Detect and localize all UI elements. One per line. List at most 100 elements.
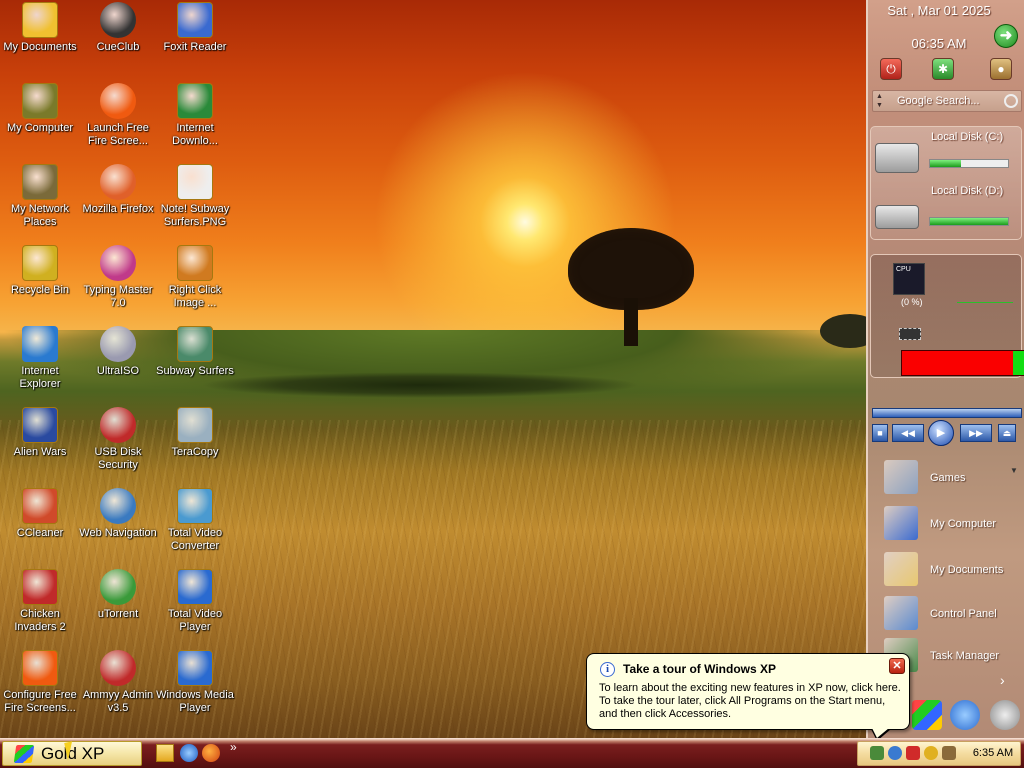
desktop-icon[interactable]: Launch Free Fire Scree... bbox=[78, 83, 158, 161]
sidebar-gadget-panel: Sat , Mar 01 2025 06:35 AM ➜ ⏻ ✱ ● Googl… bbox=[866, 0, 1024, 738]
security-alert-icon[interactable] bbox=[906, 746, 920, 760]
balloon-title: Take a tour of Windows XP bbox=[623, 662, 777, 676]
desktop-icon[interactable]: Web Navigation bbox=[78, 488, 158, 566]
desktop-icon-label: Recycle Bin bbox=[10, 284, 70, 296]
cpu-icon: CPU bbox=[893, 263, 925, 295]
desktop-icon[interactable]: Internet Downlo... bbox=[155, 83, 235, 161]
desktop-icon[interactable]: CCleaner bbox=[0, 488, 80, 566]
close-icon[interactable]: ✕ bbox=[889, 658, 905, 674]
safely-remove-icon[interactable] bbox=[870, 746, 884, 760]
lock-icon[interactable]: ● bbox=[990, 58, 1012, 80]
next-track-icon[interactable]: ▶▶ bbox=[960, 424, 992, 442]
desktop-icon[interactable]: TeraCopy bbox=[155, 407, 235, 485]
desktop-icon-label: Internet Downlo... bbox=[172, 122, 218, 147]
desktop-icon-label: Launch Free Fire Scree... bbox=[87, 122, 149, 147]
desktop-icon[interactable]: Total Video Player bbox=[155, 569, 235, 647]
security-shield-icon[interactable] bbox=[912, 700, 942, 730]
desktop-icon-label: My Network Places bbox=[10, 203, 70, 228]
sidebar-menu-label: My Computer bbox=[930, 518, 997, 530]
desktop-icon[interactable]: My Computer bbox=[0, 83, 80, 161]
desktop-icon-label: Chicken Invaders 2 bbox=[14, 608, 66, 633]
desktop-icon-label: Right Click Image ... bbox=[168, 284, 222, 309]
tour-notification-balloon[interactable]: i Take a tour of Windows XP ✕ To learn a… bbox=[586, 653, 910, 741]
desktop-icon[interactable]: Foxit Reader bbox=[155, 2, 235, 80]
folder-documents-icon bbox=[884, 552, 918, 586]
search-icon[interactable] bbox=[1004, 94, 1018, 108]
balloon-body[interactable]: To learn about the exciting new features… bbox=[599, 682, 905, 721]
windows-media-player-icon bbox=[177, 650, 213, 686]
media-seek-bar[interactable] bbox=[872, 408, 1022, 418]
desktop-icon[interactable]: Chicken Invaders 2 bbox=[0, 569, 80, 647]
web-navigation-icon bbox=[100, 488, 136, 524]
sidebar-menu-item[interactable]: My Documents bbox=[878, 552, 1020, 592]
desktop-icon[interactable]: Recycle Bin bbox=[0, 245, 80, 323]
taskbar: Gold XP » 6:35 AM bbox=[0, 738, 1024, 768]
sidebar-menu-label: Control Panel bbox=[930, 608, 997, 620]
desktop-icon[interactable]: Subway Surfers bbox=[155, 326, 235, 404]
tools-icon[interactable] bbox=[942, 746, 956, 760]
computer-icon bbox=[884, 506, 918, 540]
network-globe-icon[interactable] bbox=[950, 700, 980, 730]
desktop-icon[interactable]: Alien Wars bbox=[0, 407, 80, 485]
desktop-icon[interactable]: Windows Media Player bbox=[155, 650, 235, 728]
desktop-icon[interactable]: Typing Master 7.0 bbox=[78, 245, 158, 323]
go-arrow-icon[interactable]: ➜ bbox=[994, 24, 1018, 48]
desktop-icon[interactable]: Ammyy Admin v3.5 bbox=[78, 650, 158, 728]
sidebar-menu-item[interactable]: Games bbox=[878, 460, 1020, 500]
network-icon[interactable] bbox=[888, 746, 902, 760]
fire-config-icon bbox=[22, 650, 58, 686]
taskbar-clock[interactable]: 6:35 AM bbox=[966, 742, 1020, 765]
ultraiso-icon bbox=[100, 326, 136, 362]
desktop-icon[interactable]: UltraISO bbox=[78, 326, 158, 404]
previous-track-icon[interactable]: ◀◀ bbox=[892, 424, 924, 442]
stop-icon[interactable]: ■ bbox=[872, 424, 888, 442]
desktop-icon[interactable]: CueClub bbox=[78, 2, 158, 80]
network-places-icon bbox=[22, 164, 58, 200]
desktop-icon-label: Foxit Reader bbox=[163, 41, 227, 53]
memory-chip-icon bbox=[899, 328, 921, 340]
eject-icon[interactable]: ⏏ bbox=[998, 424, 1016, 442]
subway-surfers-icon bbox=[177, 326, 213, 362]
play-icon[interactable]: ▶ bbox=[928, 420, 954, 446]
google-search-input[interactable]: Google Search... bbox=[872, 90, 1022, 112]
video-converter-icon bbox=[177, 488, 213, 524]
update-icon[interactable] bbox=[924, 746, 938, 760]
search-engine-arrows-icon[interactable]: ▲ ▼ bbox=[876, 92, 883, 110]
desktop-icon-label: Windows Media Player bbox=[156, 689, 234, 714]
desktop-icon[interactable]: Right Click Image ... bbox=[155, 245, 235, 323]
desktop-icon[interactable]: Configure Free Fire Screens... bbox=[0, 650, 80, 728]
desktop-icon[interactable]: Mozilla Firefox bbox=[78, 164, 158, 242]
speaker-icon[interactable] bbox=[990, 700, 1020, 730]
cpu-meter-gadget: CPU (0 %) bbox=[870, 254, 1024, 378]
sidebar-shortcut-icons bbox=[908, 698, 1024, 734]
sidebar-menu-item[interactable]: My Computer bbox=[878, 506, 1020, 546]
desktop-icon-label: uTorrent bbox=[97, 608, 139, 620]
desktop[interactable]: My Documents CueClub Foxit Reader My Comput… bbox=[0, 0, 866, 738]
disk-label-c: Local Disk (C:) bbox=[931, 131, 1004, 143]
quicklaunch-overflow-icon[interactable]: » bbox=[230, 740, 237, 754]
desktop-icon[interactable]: Internet Explorer bbox=[0, 326, 80, 404]
games-folder-icon bbox=[884, 460, 918, 494]
show-desktop-icon[interactable] bbox=[156, 744, 174, 762]
menu-dropdown-arrow-icon[interactable]: ▼ bbox=[1010, 466, 1018, 475]
desktop-icon[interactable]: uTorrent bbox=[78, 569, 158, 647]
desktop-icon[interactable]: My Network Places bbox=[0, 164, 80, 242]
right-click-image-icon bbox=[177, 245, 213, 281]
desktop-icon-label: Alien Wars bbox=[13, 446, 67, 458]
desktop-icon[interactable]: My Documents bbox=[0, 2, 80, 80]
firefox-icon[interactable] bbox=[202, 744, 220, 762]
sidebar-menu-item[interactable]: Control Panel bbox=[878, 596, 1020, 636]
desktop-icon[interactable]: USB Disk Security bbox=[78, 407, 158, 485]
desktop-icon[interactable]: Total Video Converter bbox=[155, 488, 235, 566]
internet-explorer-icon[interactable] bbox=[180, 744, 198, 762]
media-player-gadget: ■ ◀◀ ▶ ▶▶ ⏏ bbox=[870, 392, 1024, 450]
desktop-icon[interactable]: Note! Subway Surfers.PNG bbox=[155, 164, 235, 242]
refresh-icon[interactable]: ✱ bbox=[932, 58, 954, 80]
power-icon[interactable]: ⏻ bbox=[880, 58, 902, 80]
ccleaner-icon bbox=[22, 488, 58, 524]
sidebar-menu-label: Games bbox=[930, 472, 966, 484]
drive-icon bbox=[875, 205, 919, 229]
menu-scroll-arrow-icon[interactable]: › bbox=[1000, 672, 1005, 688]
sidebar-menu-label: My Documents bbox=[930, 564, 1004, 576]
fire-icon bbox=[100, 83, 136, 119]
